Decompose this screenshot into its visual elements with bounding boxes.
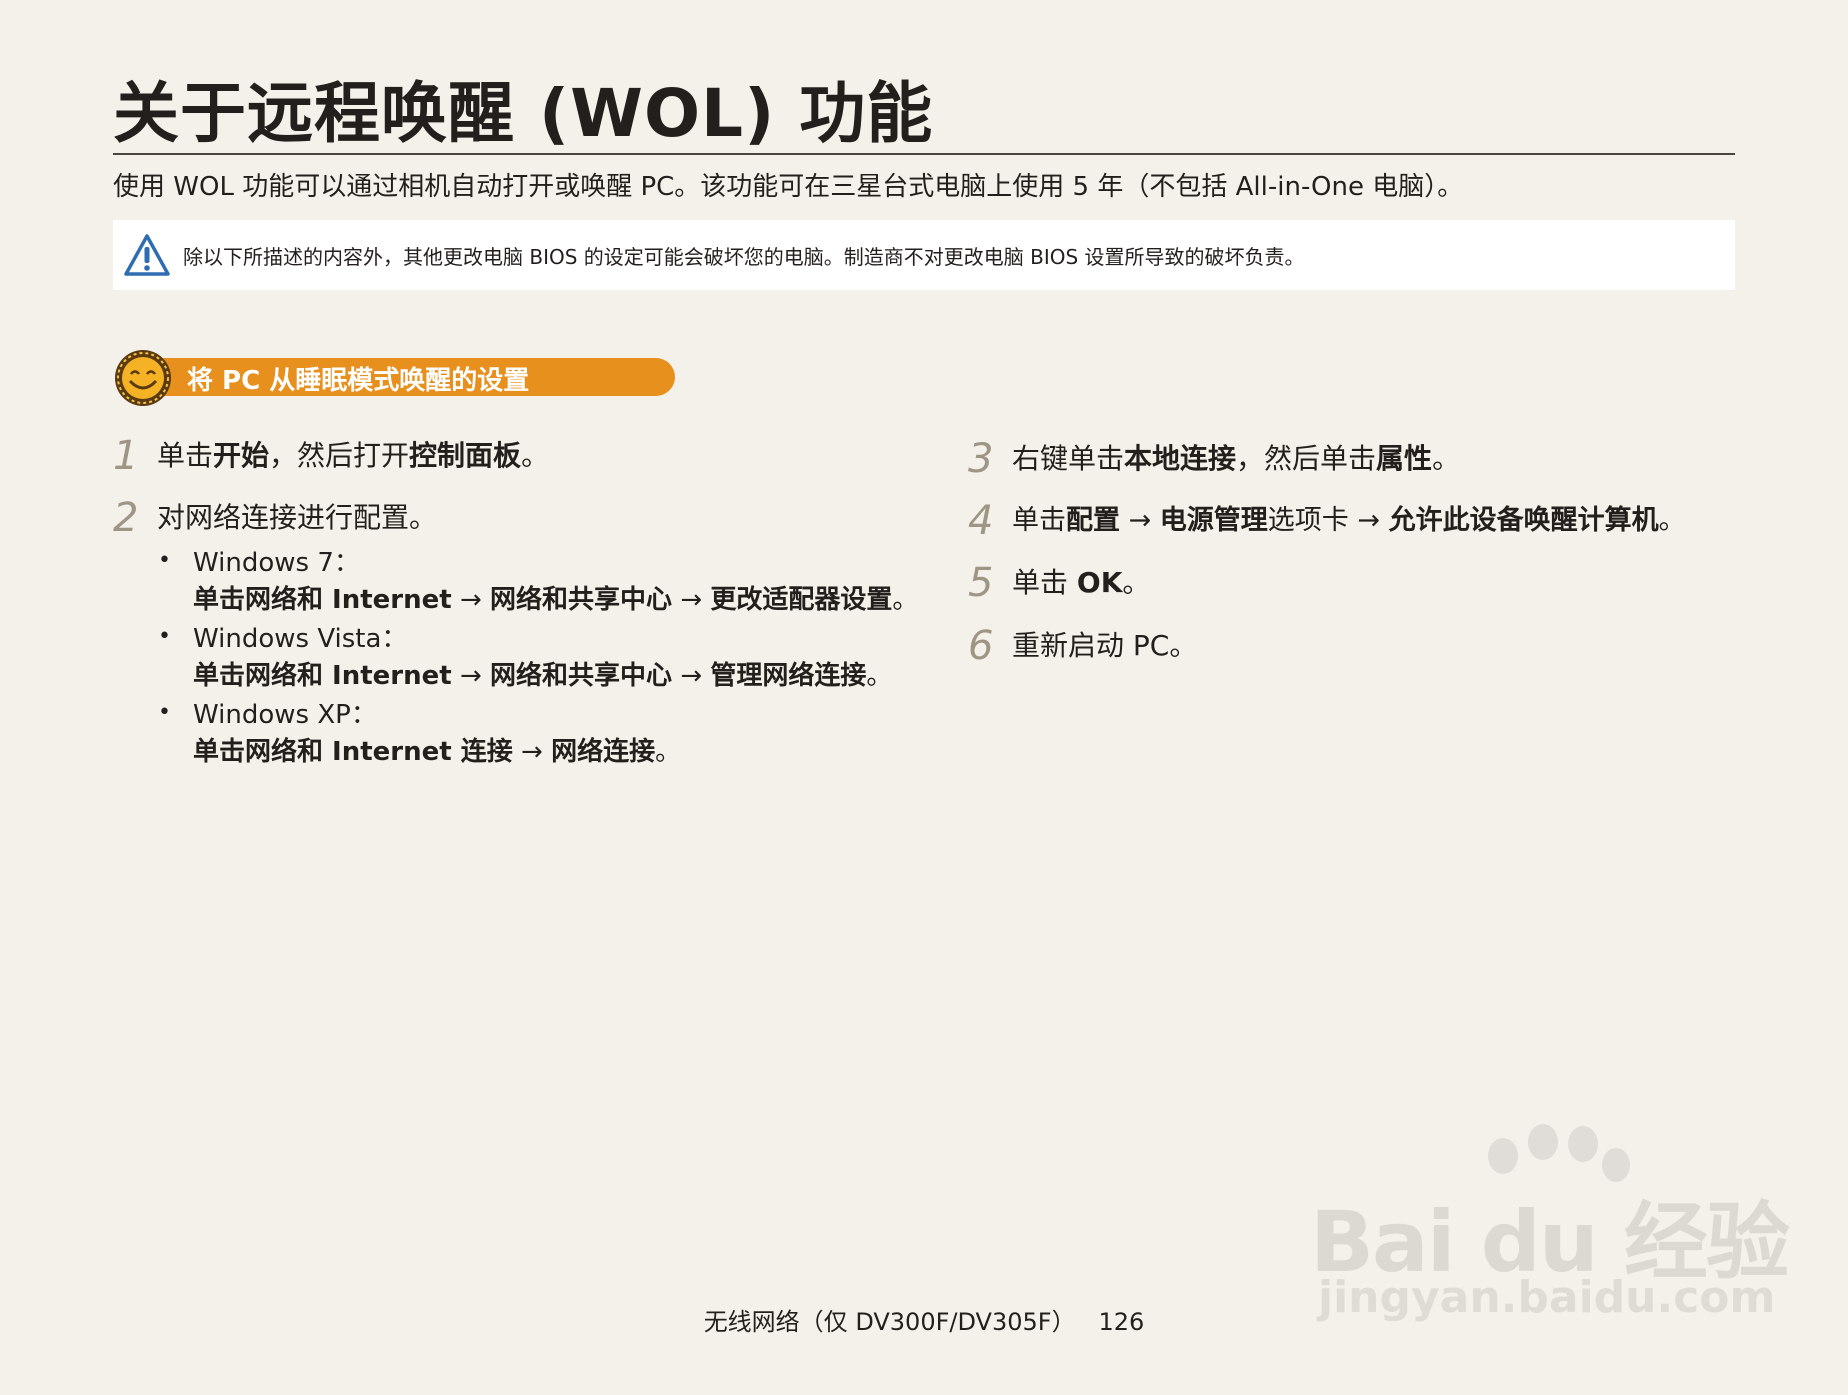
intro-text: 使用 WOL 功能可以通过相机自动打开或唤醒 PC。该功能可在三星台式电脑上使用… <box>113 172 1464 202</box>
step-text: 对网络连接进行配置。 <box>157 501 438 534</box>
step-number: 2 <box>113 495 139 541</box>
paw-toe <box>1568 1126 1598 1162</box>
step-text: 单击开始，然后打开控制面板。 <box>157 439 550 472</box>
step-5: 5 单击 OK。 <box>968 561 1150 605</box>
step-text: 重新启动 PC。 <box>1012 629 1198 662</box>
step-4: 4 单击配置 → 电源管理选项卡 → 允许此设备唤醒计算机。 <box>968 499 1686 543</box>
windows-xp-path: 单击网络和 Internet 连接 → 网络连接。 <box>193 737 682 767</box>
step-number: 4 <box>968 498 994 544</box>
page-number: 126 <box>1098 1308 1145 1336</box>
bullet: • <box>158 700 171 725</box>
windows7-path: 单击网络和 Internet → 网络和共享中心 → 更改适配器设置。 <box>193 585 919 615</box>
smiling-sun-icon <box>115 350 171 406</box>
step-6: 6 重新启动 PC。 <box>968 624 1197 668</box>
step-text: 右键单击本地连接，然后单击属性。 <box>1012 442 1461 475</box>
step-text: 单击 OK。 <box>1012 566 1151 599</box>
bullet: • <box>158 624 171 649</box>
warning-triangle-icon <box>124 234 170 276</box>
paw-toe <box>1528 1124 1558 1160</box>
paw-toe <box>1488 1138 1518 1174</box>
page-title: 关于远程唤醒 (WOL) 功能 <box>113 75 934 152</box>
section-label: 将 PC 从睡眠模式唤醒的设置 <box>187 365 530 396</box>
step-1: 1 单击开始，然后打开控制面板。 <box>113 434 549 478</box>
baidu-watermark: Bai du 经验 jingyan.baidu.com <box>1310 1120 1790 1330</box>
windows-vista-label: Windows Vista： <box>193 624 408 654</box>
title-divider <box>113 153 1735 155</box>
step-number: 1 <box>113 433 139 479</box>
step-3: 3 右键单击本地连接，然后单击属性。 <box>968 437 1460 481</box>
step-2: 2 对网络连接进行配置。 <box>113 496 437 540</box>
page-footer: 无线网络（仅 DV300F/DV305F） 126 <box>0 1302 1848 1337</box>
section-badge: 将 PC 从睡眠模式唤醒的设置 <box>113 348 675 408</box>
windows-vista-path: 单击网络和 Internet → 网络和共享中心 → 管理网络连接。 <box>193 661 893 691</box>
bullet: • <box>158 548 171 573</box>
warning-box: 除以下所描述的内容外，其他更改电脑 BIOS 的设定可能会破坏您的电脑。制造商不… <box>113 220 1735 290</box>
windows7-label: Windows 7： <box>193 548 360 578</box>
step-text: 单击配置 → 电源管理选项卡 → 允许此设备唤醒计算机。 <box>1012 505 1686 536</box>
step-number: 6 <box>968 623 994 669</box>
step-number: 5 <box>968 560 994 606</box>
footer-section: 无线网络（仅 DV300F/DV305F） <box>703 1308 1076 1336</box>
step-number: 3 <box>968 436 994 482</box>
warning-text: 除以下所描述的内容外，其他更改电脑 BIOS 的设定可能会破坏您的电脑。制造商不… <box>183 244 1305 269</box>
windows-xp-label: Windows XP： <box>193 700 377 730</box>
